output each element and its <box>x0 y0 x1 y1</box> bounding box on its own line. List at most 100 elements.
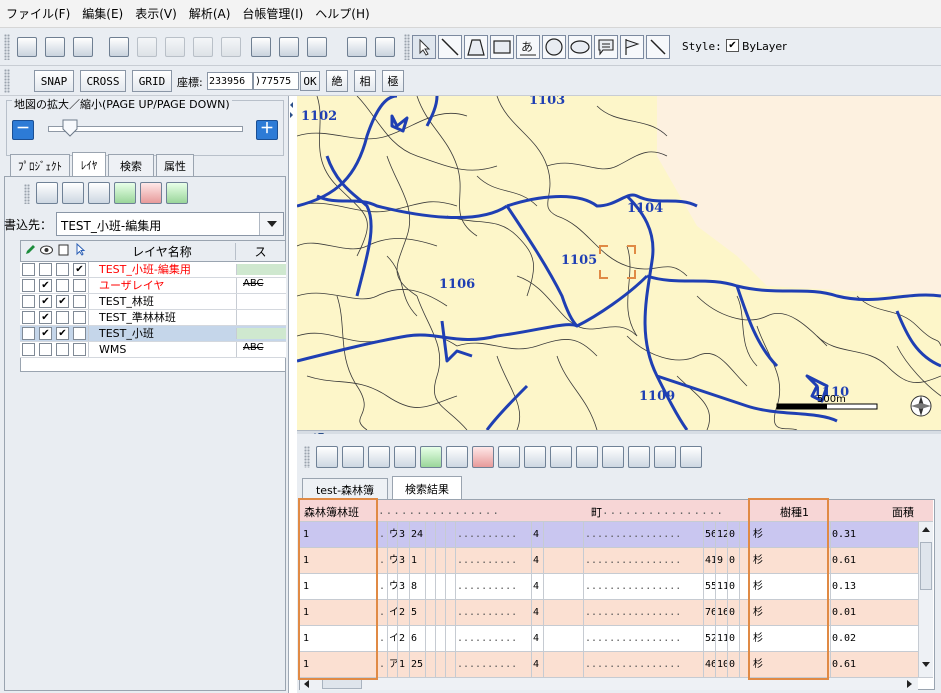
label-page-icon[interactable] <box>55 244 72 259</box>
toolbar-grip[interactable] <box>304 446 310 468</box>
save-as-button[interactable] <box>42 34 68 60</box>
hscroll-thumb[interactable] <box>322 679 362 689</box>
table-row[interactable]: 1..ウ324..........4................56120杉… <box>300 522 933 548</box>
scroll-left-arrow[interactable] <box>302 679 312 689</box>
layer-select-checkbox[interactable] <box>73 343 86 356</box>
toolbar-grip[interactable] <box>4 69 10 93</box>
paste-button[interactable] <box>190 34 216 60</box>
layer-visible-checkbox[interactable] <box>39 263 52 276</box>
layer-label-checkbox[interactable] <box>56 343 69 356</box>
layer-edit-checkbox[interactable] <box>22 295 35 308</box>
scroll-down-arrow[interactable] <box>920 660 932 672</box>
pointer-tool-button[interactable] <box>412 35 436 59</box>
cross-button[interactable]: CROSS <box>80 70 126 92</box>
record-clear-button[interactable] <box>524 446 546 468</box>
search-zoom-button[interactable] <box>342 446 364 468</box>
layer-edit-button[interactable] <box>372 34 398 60</box>
prev-record-button[interactable] <box>576 446 598 468</box>
tab-search-results[interactable]: 検索結果 <box>392 476 462 500</box>
layer-label-checkbox[interactable]: ✔ <box>56 295 69 308</box>
layer-visible-checkbox[interactable]: ✔ <box>39 327 52 340</box>
polar-coord-button[interactable]: 極 <box>382 70 404 92</box>
layer-style-swatch[interactable] <box>236 264 286 275</box>
absolute-coord-button[interactable]: 絶 <box>326 70 348 92</box>
tab-project[interactable]: ﾌﾟﾛｼﾞｪｸﾄ <box>10 154 70 176</box>
layer-label-checkbox[interactable] <box>56 279 69 292</box>
table-row[interactable]: 1..イ26..........4................52110杉0… <box>300 626 933 652</box>
print-button[interactable] <box>14 34 40 60</box>
layer-row[interactable]: WMS ABC <box>20 342 286 358</box>
toolbar-grip[interactable] <box>4 34 10 60</box>
layer-edit-checkbox[interactable] <box>22 311 35 324</box>
layer-edit-checkbox[interactable] <box>22 327 35 340</box>
dropdown-button[interactable] <box>259 213 283 235</box>
coord-ok-button[interactable]: OK <box>300 71 320 91</box>
scroll-up-arrow[interactable] <box>920 524 932 536</box>
scroll-right-arrow[interactable] <box>904 679 914 689</box>
polygon-tool-button[interactable] <box>464 35 488 59</box>
layer-down-button[interactable] <box>88 182 110 204</box>
table-row[interactable]: 1..ア125..........4................46100杉… <box>300 652 933 678</box>
record-import-button[interactable] <box>498 446 520 468</box>
toolbar-grip[interactable] <box>404 34 410 60</box>
layer-style-swatch[interactable] <box>236 294 286 309</box>
rectangle-tool-button[interactable] <box>490 35 514 59</box>
next-record-button[interactable] <box>602 446 624 468</box>
layer-edit-checkbox[interactable] <box>22 263 35 276</box>
layer-add-button[interactable] <box>114 182 136 204</box>
grid-vscrollbar[interactable] <box>918 522 933 677</box>
layer-select-checkbox[interactable] <box>73 279 86 292</box>
snap-button[interactable]: SNAP <box>34 70 74 92</box>
layer-row[interactable]: ✔ TEST_準林林班 <box>20 310 286 326</box>
zoom-slider-thumb[interactable] <box>62 119 78 137</box>
layer-visible-checkbox[interactable] <box>39 343 52 356</box>
ellipse-tool-button[interactable] <box>568 35 592 59</box>
last-record-button[interactable] <box>628 446 650 468</box>
tab-search[interactable]: 検索 <box>108 154 154 176</box>
visible-eye-icon[interactable] <box>38 245 55 258</box>
toolbar-grip[interactable] <box>24 184 30 204</box>
print-list-button[interactable] <box>654 446 676 468</box>
layer-visible-checkbox[interactable]: ✔ <box>39 295 52 308</box>
grid-button[interactable]: GRID <box>132 70 172 92</box>
coord-y-input[interactable]: )77575 <box>253 72 299 90</box>
layer-label-checkbox[interactable] <box>56 263 69 276</box>
table-row[interactable]: 1..ウ31..........4................4190杉0.… <box>300 548 933 574</box>
layer-style-swatch[interactable]: ABC <box>236 278 286 293</box>
menu-file[interactable]: ファイル(F) <box>6 5 70 22</box>
tab-attribute[interactable]: 属性 <box>156 154 194 176</box>
edit-pencil-icon[interactable] <box>21 244 38 259</box>
zoom-window-button[interactable] <box>304 34 330 60</box>
save-button[interactable] <box>70 34 96 60</box>
layer-style-swatch[interactable]: ABC <box>236 342 286 357</box>
layer-select-checkbox[interactable]: ✔ <box>73 263 86 276</box>
layer-label-checkbox[interactable]: ✔ <box>56 327 69 340</box>
zoom-out-button[interactable]: － <box>12 120 34 140</box>
record-add-button[interactable] <box>420 446 442 468</box>
layer-row[interactable]: ✔ ✔ TEST_小班 <box>20 326 286 342</box>
select-area-button[interactable] <box>276 34 302 60</box>
grid-hscrollbar[interactable] <box>300 677 918 690</box>
circle-tool-button[interactable] <box>542 35 566 59</box>
map-link-button[interactable] <box>394 446 416 468</box>
first-record-button[interactable] <box>550 446 572 468</box>
layer-select-checkbox[interactable] <box>73 295 86 308</box>
splitter-arrow[interactable] <box>288 100 295 122</box>
layer-style-swatch[interactable] <box>236 328 286 339</box>
find-button[interactable] <box>680 446 702 468</box>
layer-row[interactable]: ✔ TEST_小班-編集用 <box>20 262 286 278</box>
layer-row[interactable]: ✔ ユーザレイヤ ABC <box>20 278 286 294</box>
zoom-in-button[interactable]: ＋ <box>256 120 278 140</box>
relative-coord-button[interactable]: 相 <box>354 70 376 92</box>
layer-edit-checkbox[interactable] <box>22 279 35 292</box>
layer-properties-button[interactable] <box>166 182 188 204</box>
table-row[interactable]: 1..イ25..........4................76160杉0… <box>300 600 933 626</box>
record-edit-button[interactable] <box>446 446 468 468</box>
layer-style-swatch[interactable] <box>236 310 286 325</box>
layer-select-checkbox[interactable] <box>73 327 86 340</box>
menu-ledger[interactable]: 台帳管理(I) <box>242 5 303 22</box>
delete-button[interactable] <box>218 34 244 60</box>
map-view[interactable]: 1102 1103 1104 1105 1106 1109 1110 500m <box>297 96 941 430</box>
layer-row[interactable]: ✔ ✔ TEST_林班 <box>20 294 286 310</box>
layer-up-button[interactable] <box>62 182 84 204</box>
